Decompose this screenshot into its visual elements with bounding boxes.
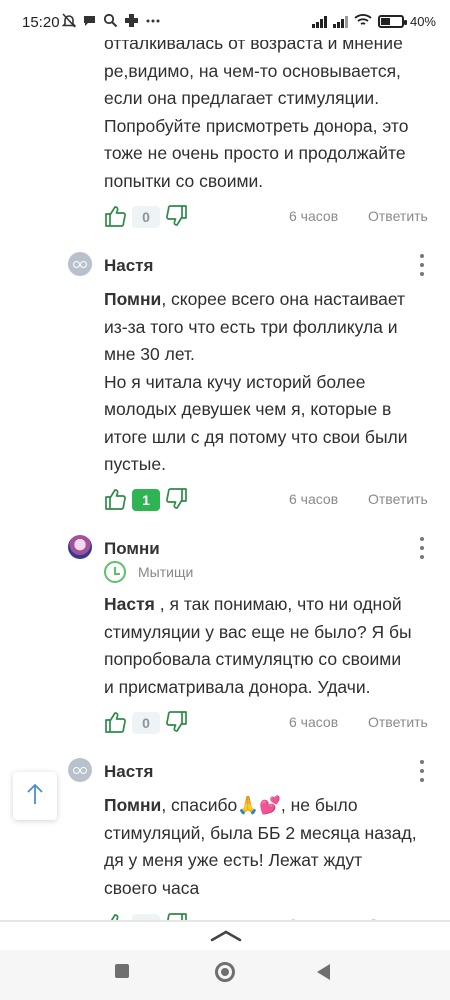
comment-actions: 0 6 часов Ответить [104, 204, 434, 230]
reply-link[interactable]: Ответить [368, 208, 428, 224]
chevron-up-icon[interactable] [210, 928, 242, 942]
wifi-icon [354, 13, 372, 30]
avatar[interactable] [68, 252, 92, 276]
thumbs-down-icon[interactable] [166, 487, 188, 511]
signal-icon [332, 15, 348, 28]
home-button[interactable] [215, 962, 235, 982]
comment-text: Помни, спасибо🙏💕, не было стимуляций, бы… [104, 795, 417, 898]
status-time: 15:20 [22, 14, 60, 31]
gamepad-icon [124, 13, 139, 31]
more-dots-icon [145, 13, 161, 31]
mention[interactable]: Помни [104, 795, 161, 815]
arrow-up-icon [25, 782, 45, 811]
bell-off-icon [61, 13, 77, 31]
bottom-sheet-handle[interactable] [0, 922, 450, 950]
mention[interactable]: Помни [104, 289, 161, 309]
comment-author[interactable]: Настя [104, 256, 153, 276]
thumbs-up-icon[interactable] [104, 487, 126, 511]
thumbs-up-icon[interactable] [104, 710, 126, 734]
comment-time: 6 часов [289, 491, 339, 507]
comment-text: отталкивалась от возраста и мнение ре,ви… [104, 33, 409, 191]
battery-level: 40% [409, 14, 436, 29]
comment-time: 6 часов [289, 714, 339, 730]
mention[interactable]: Настя [104, 594, 155, 614]
scroll-to-top-button[interactable] [13, 772, 57, 820]
status-bar: 15:20 40% [0, 0, 450, 40]
back-button[interactable] [317, 964, 330, 980]
reply-link[interactable]: Ответить [368, 491, 428, 507]
avatar[interactable] [68, 535, 92, 559]
more-options-icon[interactable] [412, 760, 432, 782]
recent-apps-button[interactable] [115, 964, 129, 978]
like-count: 0 [132, 712, 160, 734]
more-options-icon[interactable] [412, 254, 432, 276]
thumbs-up-icon[interactable] [104, 204, 126, 228]
comment-author[interactable]: Настя [104, 762, 153, 782]
chat-bubble-icon [82, 13, 97, 31]
like-count: 0 [132, 206, 160, 228]
avatar[interactable] [68, 758, 92, 782]
comment-text: Помни, скорее всего она настаивает из-за… [104, 289, 408, 474]
thumbs-down-icon[interactable] [166, 710, 188, 734]
comment-actions: 0 6 часов Ответить [104, 710, 434, 736]
clock-location-icon [104, 561, 126, 583]
comment-author[interactable]: Помни [104, 539, 160, 559]
more-options-icon[interactable] [412, 537, 432, 559]
comment-text: Настя , я так понимаю, что ни одной стим… [104, 594, 412, 697]
reply-link[interactable]: Ответить [368, 714, 428, 730]
signal-icon [311, 15, 327, 28]
comment-actions: 1 6 часов Ответить [104, 487, 434, 513]
battery-icon [377, 15, 407, 28]
comment-time: 6 часов [289, 208, 339, 224]
system-navigation-bar [0, 950, 450, 1000]
like-count: 1 [132, 489, 160, 511]
author-location: Мытищи [104, 561, 193, 583]
location-label: Мытищи [138, 564, 194, 580]
search-icon [103, 13, 118, 31]
thumbs-down-icon[interactable] [166, 204, 188, 228]
